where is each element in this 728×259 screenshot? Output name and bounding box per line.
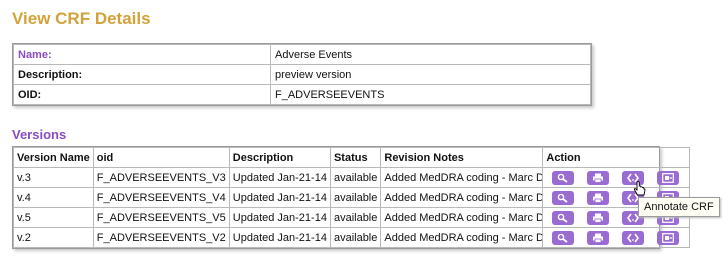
- version-row: v.3 F_ADVERSEEVENTS_V3 Updated Jan-21-14 av…: [13, 167, 691, 188]
- view-button[interactable]: [552, 230, 575, 245]
- version-notes-cell: Added MedDRA coding - Marc D.: [380, 167, 544, 188]
- header-revision-notes: Revision Notes: [380, 147, 544, 168]
- version-name-cell: v.2: [13, 227, 94, 248]
- print-button[interactable]: [587, 210, 610, 225]
- details-value-name: Adverse Events: [270, 44, 591, 65]
- versions-header-row: Version Name oid Description Status Revi…: [13, 147, 691, 168]
- version-description-cell: Updated Jan-21-14: [228, 227, 331, 248]
- version-notes-cell: Added MedDRA coding - Marc D.: [380, 227, 544, 248]
- details-label-description: Description:: [13, 64, 271, 85]
- header-action: Action: [542, 147, 691, 168]
- version-row: v.4 F_ADVERSEEVENTS_V4 Updated Jan-21-14 av…: [13, 187, 691, 208]
- versions-section-title: Versions: [12, 127, 67, 142]
- header-description: Description: [228, 147, 331, 168]
- version-status-cell: available: [329, 187, 382, 208]
- details-value-oid: F_ADVERSEEVENTS: [270, 84, 591, 105]
- view-button[interactable]: [552, 210, 575, 225]
- version-description-cell: Updated Jan-21-14: [228, 167, 331, 188]
- annotate-button[interactable]: [657, 170, 680, 185]
- version-description-cell: Updated Jan-21-14: [228, 207, 331, 228]
- version-actions-cell: [542, 227, 691, 248]
- details-value-description: preview version: [270, 64, 591, 85]
- details-row-name: Name: Adverse Events: [13, 44, 591, 65]
- view-button[interactable]: [552, 190, 575, 205]
- version-description-cell: Updated Jan-21-14: [228, 187, 331, 208]
- details-label-name: Name:: [13, 44, 271, 65]
- version-actions-cell: [542, 167, 691, 188]
- version-status-cell: available: [329, 227, 382, 248]
- version-notes-cell: Added MedDRA coding - Marc D.: [380, 207, 544, 228]
- page-title: View CRF Details: [12, 9, 151, 28]
- header-oid: oid: [92, 147, 230, 168]
- version-status-cell: available: [329, 207, 382, 228]
- print-button[interactable]: [587, 170, 610, 185]
- print-button[interactable]: [587, 230, 610, 245]
- version-name-cell: v.3: [13, 167, 94, 188]
- versions-table: Version Name oid Description Status Revi…: [12, 146, 691, 249]
- annotate-crf-tooltip: Annotate CRF: [638, 197, 720, 217]
- version-name-cell: v.4: [13, 187, 94, 208]
- details-row-oid: OID: F_ADVERSEEVENTS: [13, 84, 591, 105]
- header-version-name: Version Name: [13, 147, 94, 168]
- version-oid-cell: F_ADVERSEEVENTS_V4: [92, 187, 230, 208]
- version-name-cell: v.5: [13, 207, 94, 228]
- version-oid-cell: F_ADVERSEEVENTS_V5: [92, 207, 230, 228]
- details-label-oid: OID:: [13, 84, 271, 105]
- metadata-button[interactable]: [622, 230, 645, 245]
- header-status: Status: [329, 147, 382, 168]
- version-row: v.2 F_ADVERSEEVENTS_V2 Updated Jan-21-14 av…: [13, 227, 691, 248]
- version-status-cell: available: [329, 167, 382, 188]
- print-button[interactable]: [587, 190, 610, 205]
- version-oid-cell: F_ADVERSEEVENTS_V3: [92, 167, 230, 188]
- view-button[interactable]: [552, 170, 575, 185]
- version-oid-cell: F_ADVERSEEVENTS_V2: [92, 227, 230, 248]
- annotate-button[interactable]: [657, 230, 680, 245]
- crf-details-table: Name: Adverse Events Description: previe…: [12, 43, 592, 106]
- version-notes-cell: Added MedDRA coding - Marc D.: [380, 187, 544, 208]
- details-row-description: Description: preview version: [13, 64, 591, 85]
- version-row: v.5 F_ADVERSEEVENTS_V5 Updated Jan-21-14 av…: [13, 207, 691, 228]
